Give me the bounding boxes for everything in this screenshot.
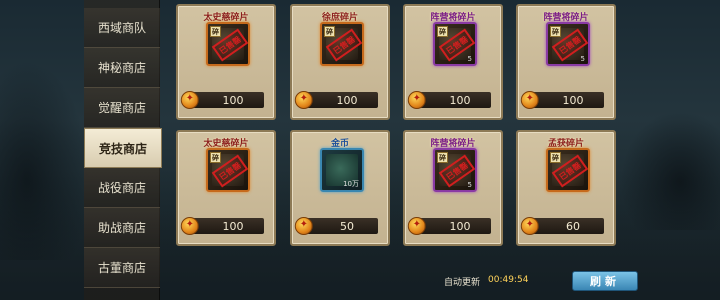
sidebar-item-label: 古董商店 bbox=[97, 261, 146, 275]
item-icon: 碎 已售罄 5 bbox=[546, 22, 590, 66]
arena-coin-icon bbox=[294, 217, 313, 235]
sidebar-item-assist-shop[interactable]: 助战商店 bbox=[84, 208, 160, 248]
sidebar-item-campaign-shop[interactable]: 战役商店 bbox=[84, 168, 160, 208]
item-quantity: 5 bbox=[467, 181, 472, 189]
price-bar: 50 bbox=[294, 217, 378, 235]
fragment-tag: 碎 bbox=[210, 152, 221, 163]
item-icon: 碎 已售罄 5 bbox=[433, 22, 477, 66]
shop-sidebar: 西域商队 神秘商店 觉醒商店 竞技商店 战役商店 助战商店 古董商店 bbox=[84, 0, 162, 300]
auto-refresh-label: 自动更新 bbox=[444, 278, 481, 288]
item-price: 100 bbox=[222, 93, 244, 107]
shop-item-card[interactable]: 阵营将碎片 碎 已售罄 5 100 bbox=[403, 130, 503, 246]
fragment-tag: 碎 bbox=[550, 26, 561, 37]
price-bar: 100 bbox=[180, 91, 264, 109]
item-icon: 碎 已售罄 bbox=[320, 22, 364, 66]
sidebar-item-western-caravan[interactable]: 西域商队 bbox=[84, 8, 160, 48]
price-bar: 100 bbox=[520, 91, 604, 109]
sidebar-item-label: 西域商队 bbox=[97, 21, 146, 35]
arena-coin-icon bbox=[180, 217, 199, 235]
arena-coin-icon bbox=[407, 217, 426, 235]
item-price: 100 bbox=[222, 219, 244, 233]
background-ship-right bbox=[620, 110, 720, 230]
background-ship-left bbox=[0, 60, 90, 260]
item-price: 100 bbox=[449, 219, 471, 233]
refresh-timer: 00:49:54 bbox=[488, 275, 529, 285]
item-icon: 碎 已售罄 bbox=[206, 148, 250, 192]
arena-coin-icon bbox=[180, 91, 199, 109]
shop-item-card[interactable]: 太史慈碎片 碎 已售罄 100 bbox=[176, 130, 276, 246]
price-bar: 100 bbox=[180, 217, 264, 235]
shop-item-card[interactable]: 金币 10万 50 bbox=[290, 130, 390, 246]
sidebar-item-mystery-shop[interactable]: 神秘商店 bbox=[84, 48, 160, 88]
sidebar-item-label: 神秘商店 bbox=[97, 61, 146, 75]
arena-coin-icon bbox=[520, 91, 539, 109]
item-icon: 碎 已售罄 bbox=[206, 22, 250, 66]
price-bar: 100 bbox=[294, 91, 378, 109]
shop-item-card[interactable]: 太史慈碎片 碎 已售罄 100 bbox=[176, 4, 276, 120]
shop-item-card[interactable]: 阵营将碎片 碎 已售罄 5 100 bbox=[403, 4, 503, 120]
arena-coin-icon bbox=[520, 217, 539, 235]
item-icon: 10万 bbox=[320, 148, 364, 192]
arena-coin-icon bbox=[294, 91, 313, 109]
shop-item-card[interactable]: 阵营将碎片 碎 已售罄 5 100 bbox=[516, 4, 616, 120]
item-price: 50 bbox=[340, 219, 354, 233]
shop-item-card[interactable]: 孟获碎片 碎 已售罄 60 bbox=[516, 130, 616, 246]
item-price: 100 bbox=[562, 93, 584, 107]
fragment-tag: 碎 bbox=[437, 26, 448, 37]
item-quantity: 5 bbox=[467, 55, 472, 63]
sidebar-item-label: 竞技商店 bbox=[98, 141, 147, 156]
price-bar: 100 bbox=[407, 91, 491, 109]
item-quantity: 10万 bbox=[343, 180, 359, 188]
shop-item-card[interactable]: 徐庶碎片 碎 已售罄 100 bbox=[290, 4, 390, 120]
item-price: 100 bbox=[449, 93, 471, 107]
arena-coin-icon bbox=[407, 91, 426, 109]
item-icon: 碎 已售罄 bbox=[546, 148, 590, 192]
item-icon: 碎 已售罄 5 bbox=[433, 148, 477, 192]
fragment-tag: 碎 bbox=[324, 26, 335, 37]
item-price: 100 bbox=[336, 93, 358, 107]
sidebar-item-label: 觉醒商店 bbox=[97, 101, 146, 115]
refresh-button[interactable]: 刷新 bbox=[572, 271, 638, 291]
item-quantity: 5 bbox=[580, 55, 585, 63]
sidebar-item-awaken-shop[interactable]: 觉醒商店 bbox=[84, 88, 160, 128]
price-bar: 60 bbox=[520, 217, 604, 235]
sidebar-item-antique-shop[interactable]: 古董商店 bbox=[84, 248, 160, 288]
fragment-tag: 碎 bbox=[210, 26, 221, 37]
fragment-tag: 碎 bbox=[437, 152, 448, 163]
sidebar-item-arena-shop[interactable]: 竞技商店 bbox=[84, 128, 162, 168]
sidebar-item-label: 战役商店 bbox=[97, 181, 146, 195]
item-price: 60 bbox=[566, 219, 580, 233]
sidebar-item-label: 助战商店 bbox=[97, 221, 146, 235]
price-bar: 100 bbox=[407, 217, 491, 235]
fragment-tag: 碎 bbox=[550, 152, 561, 163]
